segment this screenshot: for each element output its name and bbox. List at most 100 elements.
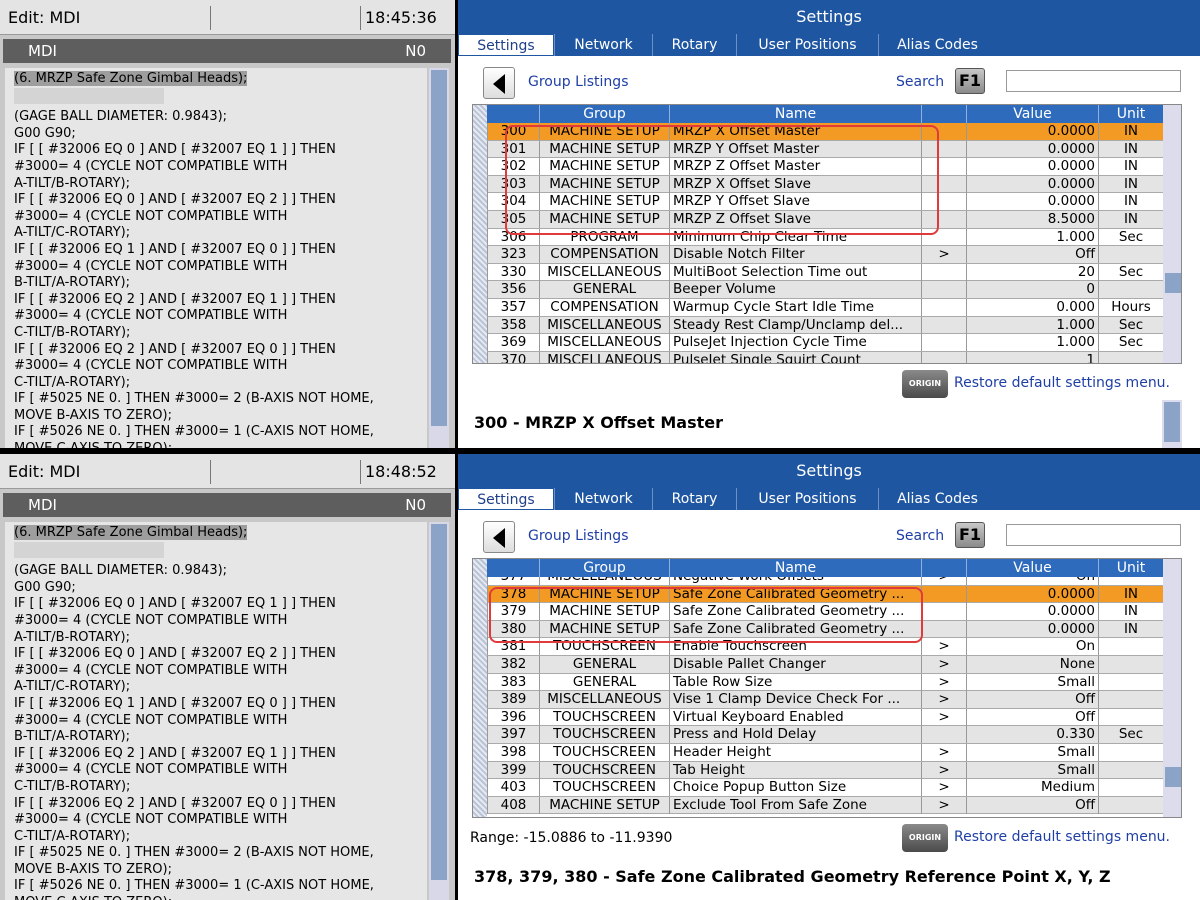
submenu-indicator: >: [921, 691, 966, 709]
tab-rotary[interactable]: Rotary: [652, 34, 736, 56]
setting-name: Disable Pallet Changer: [669, 656, 921, 673]
setting-unit: [1098, 691, 1163, 709]
program-scrollbar[interactable]: [429, 68, 449, 448]
tab-user-positions[interactable]: User Positions: [736, 34, 878, 56]
setting-unit: [1098, 246, 1163, 264]
settings-pane: Settings Settings Network Rotary User Po…: [458, 454, 1200, 900]
setting-unit: IN: [1098, 158, 1163, 176]
settings-table: Group Name Value Unit 300 MACHINE SETUP MR…: [472, 104, 1182, 364]
table-row[interactable]: 323 COMPENSATION Disable Notch Filter > Off: [487, 246, 1163, 264]
tab-alias-codes[interactable]: Alias Codes: [878, 34, 996, 56]
titlebar-divider: [360, 460, 361, 484]
setting-name: Press and Hold Delay: [669, 726, 921, 744]
scrollbar-thumb[interactable]: [1164, 402, 1180, 442]
program-scrollbar[interactable]: [429, 522, 449, 900]
table-row[interactable]: 358 MISCELLANEOUS Steady Rest Clamp/Unclam…: [487, 316, 1163, 335]
setting-unit: IN: [1098, 603, 1163, 621]
table-row[interactable]: 389 MISCELLANEOUS Vise 1 Clamp Device Chec…: [487, 691, 1163, 709]
table-row[interactable]: 330 MISCELLANEOUS MultiBoot Selection Time…: [487, 263, 1163, 282]
code-line: IF [ [ #32006 EQ 1 ] AND [ #32007 EQ 0 ]…: [14, 241, 336, 257]
search-input[interactable]: [1006, 70, 1181, 92]
setting-value: 0: [966, 281, 1098, 299]
table-row[interactable]: 356 GENERAL Beeper Volume 0: [487, 281, 1163, 299]
setting-value: 0.000: [966, 299, 1098, 316]
tab-user-positions[interactable]: User Positions: [736, 488, 878, 510]
table-row[interactable]: 382 GENERAL Disable Pallet Changer > None: [487, 656, 1163, 674]
submenu-indicator: [921, 351, 966, 363]
tab-settings[interactable]: Settings: [458, 488, 554, 510]
table-row[interactable]: 369 MISCELLANEOUS PulseJet Injection Cycle…: [487, 334, 1163, 352]
submenu-indicator: >: [921, 761, 966, 779]
tab-rotary[interactable]: Rotary: [652, 488, 736, 510]
scrollbar-thumb[interactable]: [431, 70, 447, 426]
scrollbar-thumb[interactable]: [1165, 767, 1181, 787]
code-line: IF [ #5026 NE 0. ] THEN #3000= 1 (C-AXIS…: [14, 424, 374, 440]
f1-key-button[interactable]: F1: [955, 522, 985, 548]
setting-value: Small: [966, 673, 1098, 691]
table-row[interactable]: 398 TOUCHSCREEN Header Height > Small: [487, 744, 1163, 762]
table-header: Group Name Value Unit: [487, 105, 1163, 123]
code-line: C-TILT/A-ROTARY);: [14, 828, 131, 844]
back-arrow-icon[interactable]: [483, 67, 515, 99]
table-scrollbar[interactable]: [1163, 105, 1181, 363]
table-row[interactable]: 357 COMPENSATION Warmup Cycle Start Idle T…: [487, 299, 1163, 317]
table-row[interactable]: 377MISCELLANEOUSNegative Work Offsets>On: [487, 577, 1163, 586]
f1-key-button[interactable]: F1: [955, 68, 985, 94]
setting-number: 397: [487, 726, 539, 744]
setting-value: 1.000: [966, 334, 1098, 352]
setting-name: Negative Work Offsets: [669, 577, 921, 585]
setting-number: 323: [487, 246, 539, 264]
tab-settings[interactable]: Settings: [458, 34, 554, 56]
back-arrow-icon[interactable]: [483, 521, 515, 553]
origin-button[interactable]: ORIGIN: [902, 824, 948, 852]
mdi-program-editor[interactable]: (6. MRZP Safe Zone Gimbal Heads); (GAGE B…: [5, 522, 427, 900]
setting-name: MultiBoot Selection Time out: [669, 263, 921, 281]
setting-group: COMPENSATION: [539, 246, 669, 264]
table-row[interactable]: 383 GENERAL Table Row Size > Small: [487, 673, 1163, 692]
submenu-indicator: [921, 726, 966, 744]
header-indicator: [921, 559, 966, 577]
table-scrollbar[interactable]: [1163, 559, 1181, 817]
setting-group: COMPENSATION: [539, 299, 669, 316]
group-listings-link[interactable]: Group Listings: [528, 528, 629, 544]
setting-value: Off: [966, 691, 1098, 709]
setting-group: TOUCHSCREEN: [539, 744, 669, 761]
table-row[interactable]: 399 TOUCHSCREEN Tab Height > Small: [487, 761, 1163, 780]
setting-number: 382: [487, 656, 539, 673]
header-indicator: [921, 105, 966, 123]
description-scrollbar[interactable]: [1162, 400, 1182, 448]
setting-unit: [1098, 281, 1163, 299]
table-row[interactable]: 397 TOUCHSCREEN Press and Hold Delay 0.330 S…: [487, 726, 1163, 744]
setting-unit: IN: [1098, 211, 1163, 228]
submenu-indicator: [921, 316, 966, 334]
n-line-label: N0: [405, 496, 426, 514]
mdi-program-editor[interactable]: (6. MRZP Safe Zone Gimbal Heads); (GAGE B…: [5, 68, 427, 448]
origin-button[interactable]: ORIGIN: [902, 370, 948, 398]
setting-value: Small: [966, 761, 1098, 779]
setting-number: 389: [487, 691, 539, 709]
group-listings-link[interactable]: Group Listings: [528, 74, 629, 90]
tab-network[interactable]: Network: [554, 34, 652, 56]
setting-unit: [1098, 761, 1163, 779]
mdi-header: MDI N0: [3, 493, 451, 517]
titlebar-divider: [360, 6, 361, 30]
header-unit: Unit: [1098, 559, 1163, 577]
table-row[interactable]: 396 TOUCHSCREEN Virtual Keyboard Enabled > O…: [487, 708, 1163, 727]
program-pane: Edit: MDI 18:45:36 MDI N0 (6. MRZP Safe …: [0, 0, 455, 448]
table-row[interactable]: 370 MISCELLANEOUS PulseJet Single Squirt C…: [487, 351, 1163, 363]
restore-defaults-link[interactable]: Restore default settings menu.: [954, 375, 1170, 391]
scrollbar-thumb[interactable]: [1165, 273, 1181, 293]
table-row[interactable]: 403 TOUCHSCREEN Choice Popup Button Size > M…: [487, 779, 1163, 797]
clock: 18:45:36: [365, 8, 437, 27]
scrollbar-thumb[interactable]: [431, 524, 447, 880]
search-input[interactable]: [1006, 524, 1181, 546]
setting-unit: IN: [1098, 193, 1163, 211]
tab-alias-codes[interactable]: Alias Codes: [878, 488, 996, 510]
setting-value: 0.0000: [966, 603, 1098, 621]
code-line: IF [ [ #32006 EQ 2 ] AND [ #32007 EQ 1 ]…: [14, 291, 336, 307]
setting-number: 383: [487, 673, 539, 691]
table-row[interactable]: 408 MACHINE SETUP Exclude Tool From Safe Z…: [487, 796, 1163, 815]
n-line-label: N0: [405, 42, 426, 60]
tab-network[interactable]: Network: [554, 488, 652, 510]
restore-defaults-link[interactable]: Restore default settings menu.: [954, 829, 1170, 845]
